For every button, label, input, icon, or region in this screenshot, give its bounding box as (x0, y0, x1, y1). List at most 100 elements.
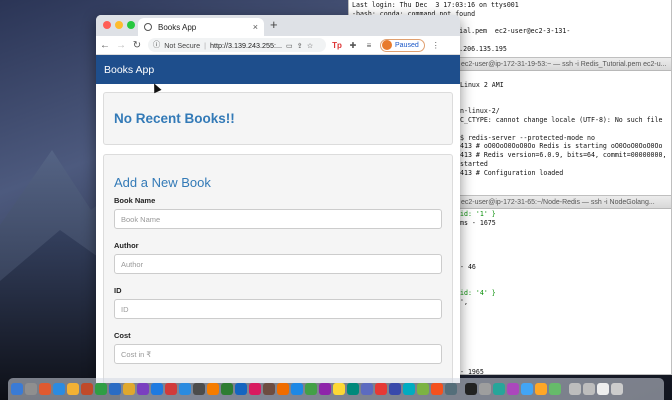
cost-input[interactable]: Cost in ₹ (114, 344, 442, 364)
id-input[interactable]: ID (114, 299, 442, 319)
app-title[interactable]: Books App (104, 64, 154, 76)
macos-dock (8, 378, 664, 400)
dock-app-icon[interactable] (597, 383, 609, 395)
dock-app-icon[interactable] (277, 383, 289, 395)
tab-books-app[interactable]: Books App × (138, 18, 264, 36)
dock-app-icon[interactable] (263, 383, 275, 395)
dock-app-icon[interactable] (165, 383, 177, 395)
dock-app-icon[interactable] (431, 383, 443, 395)
dock-app-icon[interactable] (535, 383, 547, 395)
bookmark-star-icon[interactable]: ☆ (307, 41, 313, 50)
dock-app-icon[interactable] (493, 383, 505, 395)
author-input[interactable]: Author (114, 254, 442, 274)
forward-arrow-icon[interactable]: → (116, 40, 126, 51)
dock-app-icon[interactable] (151, 383, 163, 395)
profile-button[interactable]: Paused (380, 38, 425, 52)
tab-strip: Books App × + (96, 15, 460, 36)
recent-books-heading: No Recent Books!! (114, 111, 235, 126)
dock-app-icon[interactable] (95, 383, 107, 395)
dock-app-icon[interactable] (53, 383, 65, 395)
profile-status: Paused (395, 41, 419, 49)
recent-books-panel: No Recent Books!! (103, 92, 453, 145)
dock-divider (563, 383, 567, 395)
info-icon[interactable]: ⓘ (153, 40, 160, 50)
terminal-line: 413 # Redis version=6.0.9, bits=64, comm… (460, 151, 667, 160)
terminal-line: Last login: Thu Dec 3 17:03:16 on ttys00… (352, 1, 519, 9)
dock-divider (459, 383, 463, 395)
browser-window[interactable]: Books App × + ← → ↻ ⓘ Not Secure | http:… (96, 15, 460, 383)
app-header: Books App (96, 55, 460, 84)
share-icon[interactable]: ⇪ (297, 41, 303, 50)
avatar (382, 40, 392, 50)
terminal-window-redis[interactable]: ec2-user@ip-172-31-19-53:~ — ssh -i Redi… (456, 57, 672, 207)
dock-app-icon[interactable] (333, 383, 345, 395)
terminal-title[interactable]: ec2-user@ip-172-31-65:~/Node-Redis — ssh… (457, 196, 671, 209)
dock-app-icon[interactable] (291, 383, 303, 395)
dock-app-icon[interactable] (445, 383, 457, 395)
extensions-puzzle-icon[interactable]: ✚ (348, 41, 358, 50)
dock-app-icon[interactable] (81, 383, 93, 395)
dock-app-icon[interactable] (11, 383, 23, 395)
dock-app-icon[interactable] (39, 383, 51, 395)
media-queue-icon[interactable]: ≡ (364, 41, 374, 50)
maximize-window-button[interactable] (127, 21, 135, 29)
url-text[interactable]: http://3.139.243.255:... (210, 41, 282, 50)
dock-app-icon[interactable] (67, 383, 79, 395)
dock-app-icon[interactable] (375, 383, 387, 395)
menu-kebab-icon[interactable]: ⋮ (431, 41, 441, 50)
dock-app-icon[interactable] (207, 383, 219, 395)
terminal-output: Linux 2 AMI n-linux-2/C_CTYPE: cannot ch… (457, 71, 671, 206)
dock-app-icon[interactable] (123, 383, 135, 395)
dock-app-icon[interactable] (403, 383, 415, 395)
dock-app-icon[interactable] (137, 383, 149, 395)
dock-app-icon[interactable] (193, 383, 205, 395)
book-name-input[interactable]: Book Name (114, 209, 442, 229)
dock-app-icon[interactable] (221, 383, 233, 395)
dock-app-icon[interactable] (569, 383, 581, 395)
dock-app-icon[interactable] (389, 383, 401, 395)
dock-app-icon[interactable] (347, 383, 359, 395)
dock-app-icon[interactable] (417, 383, 429, 395)
author-label: Author (114, 241, 139, 250)
dock-app-icon[interactable] (305, 383, 317, 395)
tab-close-icon[interactable]: × (253, 22, 258, 32)
dock-app-icon[interactable] (319, 383, 331, 395)
dock-app-icon[interactable] (249, 383, 261, 395)
terminal-title[interactable]: ec2-user@ip-172-31-19-53:~ — ssh -i Redi… (457, 58, 671, 71)
new-tab-button[interactable]: + (270, 17, 278, 32)
dock-app-icon[interactable] (521, 383, 533, 395)
reload-icon[interactable]: ↻ (132, 40, 142, 51)
dock-app-icon[interactable] (507, 383, 519, 395)
back-arrow-icon[interactable]: ← (100, 40, 110, 51)
terminal-line: 413 # oO0OoO0OoO0Oo Redis is starting oO… (460, 142, 663, 151)
dock-app-icon[interactable] (583, 383, 595, 395)
cast-icon[interactable]: ▭ (286, 41, 293, 50)
dock-app-icon[interactable] (549, 383, 561, 395)
terminal-line: started (460, 159, 488, 168)
dock-app-icon[interactable] (109, 383, 121, 395)
dock-app-icon[interactable] (235, 383, 247, 395)
dock-app-icon[interactable] (465, 383, 477, 395)
close-window-button[interactable] (103, 21, 111, 29)
extension-tp-icon[interactable]: Tp (332, 41, 342, 50)
terminal-window-node[interactable]: ec2-user@ip-172-31-65:~/Node-Redis — ssh… (456, 195, 672, 375)
form-heading: Add a New Book (114, 175, 211, 190)
dock-app-icon[interactable] (25, 383, 37, 395)
dock-app-icon[interactable] (361, 383, 373, 395)
dock-app-icon[interactable] (179, 383, 191, 395)
minimize-window-button[interactable] (115, 21, 123, 29)
address-bar[interactable]: ⓘ Not Secure | http://3.139.243.255:... … (148, 38, 326, 52)
dock-app-icon[interactable] (479, 383, 491, 395)
dock-app-icon[interactable] (611, 383, 623, 395)
